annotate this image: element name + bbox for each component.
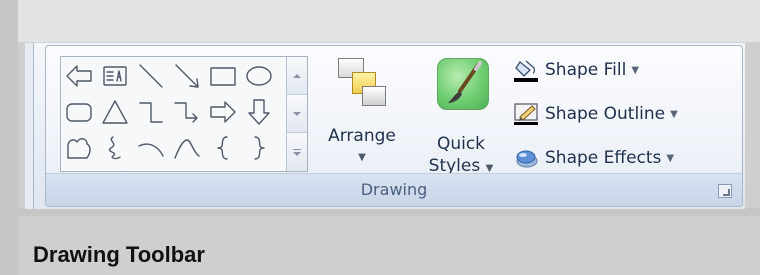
arrange-label: Arrange bbox=[328, 126, 396, 146]
quick-styles-button[interactable]: Quick Styles ▼ bbox=[418, 54, 504, 179]
elbow-connector-shape[interactable] bbox=[136, 97, 166, 127]
quick-styles-icon bbox=[437, 58, 489, 110]
line-shape[interactable] bbox=[136, 61, 166, 91]
elbow-arrow-connector-shape[interactable] bbox=[172, 97, 202, 127]
arrange-dropdown-arrow: ▼ bbox=[358, 152, 366, 163]
shape-fill-label: Shape Fill bbox=[545, 60, 627, 80]
arc-shape[interactable] bbox=[136, 133, 166, 163]
group-label-bar: Drawing bbox=[46, 173, 742, 206]
shape-fill-button[interactable]: Shape Fill ▼ bbox=[513, 56, 639, 84]
shape-outline-label: Shape Outline bbox=[545, 104, 666, 124]
left-brace-shape[interactable] bbox=[208, 133, 238, 163]
scribble-shape[interactable] bbox=[100, 133, 130, 163]
shape-effects-dropdown-arrow: ▼ bbox=[666, 152, 675, 164]
shapes-gallery bbox=[60, 56, 308, 172]
gallery-scroll-down-button[interactable] bbox=[287, 95, 307, 133]
text-box-shape[interactable] bbox=[100, 61, 130, 91]
shape-outline-button[interactable]: Shape Outline ▼ bbox=[513, 100, 678, 128]
caption: Drawing Toolbar bbox=[33, 242, 205, 267]
curve-shape[interactable] bbox=[172, 133, 202, 163]
left-band bbox=[0, 0, 18, 275]
drawing-group-label: Drawing bbox=[360, 180, 428, 199]
ribbon: Arrange ▼ Quick Styles ▼ Shape Fill ▼ Sh… bbox=[25, 42, 745, 209]
shape-effects-button[interactable]: Shape Effects ▼ bbox=[513, 144, 674, 172]
separator-strip bbox=[18, 208, 760, 216]
oval-shape[interactable] bbox=[244, 61, 274, 91]
paintbrush-icon bbox=[448, 61, 482, 103]
right-brace-shape[interactable] bbox=[244, 133, 274, 163]
shape-fill-dropdown-arrow: ▼ bbox=[631, 64, 640, 76]
gallery-scrollbar bbox=[286, 57, 307, 171]
ribbon-left-edge bbox=[25, 43, 34, 209]
rounded-rectangle-shape[interactable] bbox=[64, 97, 94, 127]
freeform-shape[interactable] bbox=[64, 133, 94, 163]
dialog-launcher-icon[interactable] bbox=[718, 184, 732, 198]
quick-styles-label-line1: Quick bbox=[436, 134, 486, 154]
shape-effects-label: Shape Effects bbox=[545, 148, 662, 168]
shape-effects-icon bbox=[513, 145, 539, 171]
drawing-group: Arrange ▼ Quick Styles ▼ Shape Fill ▼ Sh… bbox=[45, 45, 743, 207]
left-arrow-shape[interactable] bbox=[64, 61, 94, 91]
down-arrow-shape[interactable] bbox=[244, 97, 274, 127]
pen-outline-icon bbox=[513, 101, 539, 127]
shape-outline-dropdown-arrow: ▼ bbox=[670, 108, 678, 120]
gallery-scroll-up-button[interactable] bbox=[287, 57, 307, 95]
shapes-grid bbox=[64, 59, 284, 169]
triangle-shape[interactable] bbox=[100, 97, 130, 127]
top-band bbox=[0, 0, 760, 42]
arrow-line-shape[interactable] bbox=[172, 61, 202, 91]
right-arrow-shape[interactable] bbox=[208, 97, 238, 127]
paint-bucket-icon bbox=[513, 57, 539, 83]
chevron-down-icon bbox=[293, 111, 301, 116]
gallery-expand-icon bbox=[293, 149, 301, 156]
chevron-up-icon bbox=[293, 73, 301, 78]
arrange-icon bbox=[338, 58, 386, 106]
arrange-button[interactable]: Arrange ▼ bbox=[322, 54, 402, 174]
rectangle-shape[interactable] bbox=[208, 61, 238, 91]
gallery-more-button[interactable] bbox=[287, 133, 307, 171]
